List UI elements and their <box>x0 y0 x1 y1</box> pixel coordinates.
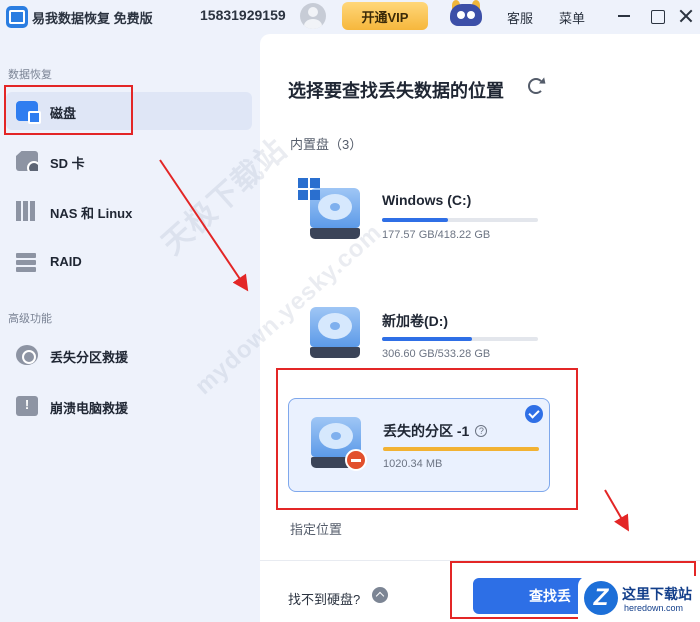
nas-icon <box>16 201 38 221</box>
close-icon[interactable] <box>674 4 698 28</box>
sidebar-item-label: 磁盘 <box>50 106 77 121</box>
windows-icon <box>298 178 320 200</box>
hard-drive-icon <box>310 307 360 359</box>
sidebar-item-label: SD 卡 <box>50 156 85 171</box>
raid-icon <box>16 252 38 272</box>
check-icon <box>525 405 543 423</box>
drive-card-d[interactable]: 新加卷(D:) 306.60 GB/533.28 GB <box>288 289 550 383</box>
drive-size: 177.57 GB/418.22 GB <box>382 229 491 241</box>
drive-name: 新加卷(D:) <box>382 313 449 329</box>
sidebar-item-label: NAS 和 Linux <box>50 206 133 221</box>
sidebar-item-disk[interactable]: 磁盘 <box>6 92 252 130</box>
drive-card-lost-partition[interactable]: 丢失的分区 -1? 1020.34 MB <box>288 398 550 492</box>
sidebar-item-nas-linux[interactable]: NAS 和 Linux <box>6 192 252 230</box>
sd-card-icon <box>16 151 38 171</box>
usage-bar <box>382 218 538 222</box>
menu-button[interactable]: 菜单 <box>559 8 585 27</box>
open-vip-button[interactable]: 开通VIP <box>342 2 428 30</box>
internal-drives-label: 内置盘（3） <box>290 137 363 152</box>
account-number[interactable]: 15831929159 <box>200 7 286 23</box>
page-title: 选择要查找丢失数据的位置 <box>288 81 504 101</box>
hard-drive-icon <box>298 178 360 240</box>
sidebar-item-crashed-pc[interactable]: 崩溃电脑救援 <box>6 387 252 425</box>
sidebar-item-sd-card[interactable]: SD 卡 <box>6 142 252 180</box>
drive-card-c[interactable]: Windows (C:) 177.57 GB/418.22 GB <box>288 170 550 264</box>
drive-size: 306.60 GB/533.28 GB <box>382 348 491 360</box>
app-logo-icon <box>6 6 28 28</box>
disk-icon <box>16 101 41 124</box>
footer: 找不到硬盘? 查找丢 <box>260 560 700 622</box>
sidebar-item-label: RAID <box>50 254 82 269</box>
chevron-up-icon[interactable] <box>372 587 388 603</box>
app-name: 易我数据恢复 免费版 <box>32 11 153 26</box>
section-label-recovery: 数据恢复 <box>8 69 52 81</box>
hard-drive-icon <box>311 417 367 471</box>
usage-bar-fill <box>382 337 472 341</box>
scan-button[interactable]: 查找丢 <box>473 578 689 614</box>
sidebar: 数据恢复 磁盘 SD 卡 NAS 和 Linux RAID 高级功能 丢失分区救… <box>0 34 260 622</box>
usage-bar-fill <box>383 447 539 451</box>
maximize-icon[interactable] <box>645 4 669 28</box>
help-icon[interactable]: ? <box>475 425 488 437</box>
drive-size: 1020.34 MB <box>383 458 443 470</box>
sidebar-item-label: 丢失分区救援 <box>50 350 129 365</box>
drive-name: Windows (C:) <box>382 192 472 208</box>
sidebar-item-lost-partition[interactable]: 丢失分区救援 <box>6 336 252 374</box>
drive-name-text: 丢失的分区 -1 <box>383 423 470 439</box>
title-bar: 易我数据恢复 免费版 15831929159 开通VIP 客服 菜单 <box>0 0 700 34</box>
avatar[interactable] <box>300 3 326 29</box>
main-panel: 选择要查找丢失数据的位置 内置盘（3） Windows (C:) 177.57 … <box>260 34 700 622</box>
usage-bar <box>382 337 538 341</box>
usage-bar <box>383 447 539 451</box>
specify-location-label[interactable]: 指定位置 <box>290 519 342 538</box>
drive-name: 丢失的分区 -1? <box>383 421 488 441</box>
lost-partition-icon <box>16 345 38 365</box>
sidebar-item-raid[interactable]: RAID <box>6 243 252 281</box>
section-label-advanced: 高级功能 <box>8 313 52 325</box>
customer-service-button[interactable]: 客服 <box>507 8 533 27</box>
minus-icon <box>345 449 367 471</box>
crashed-pc-icon <box>16 396 38 416</box>
mascot-icon[interactable] <box>446 0 486 30</box>
cant-find-disk-link[interactable]: 找不到硬盘? <box>288 589 360 608</box>
minimize-icon[interactable] <box>612 4 636 28</box>
refresh-icon[interactable] <box>528 78 544 94</box>
sidebar-item-label: 崩溃电脑救援 <box>50 401 129 416</box>
usage-bar-fill <box>382 218 449 222</box>
